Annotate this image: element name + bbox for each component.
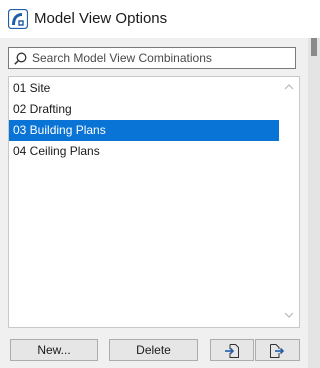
window-title: Model View Options (34, 10, 168, 27)
list-item-selected[interactable]: 03 Building Plans (9, 120, 279, 141)
import-icon (225, 344, 239, 358)
delete-button[interactable]: Delete (109, 339, 198, 361)
window-scrollbar-thumb[interactable] (311, 38, 317, 56)
model-view-list[interactable]: 01 Site 02 Drafting 03 Building Plans 04… (8, 76, 300, 328)
scroll-up-arrow-icon[interactable] (283, 82, 295, 92)
list-item[interactable]: 01 Site (9, 78, 279, 99)
scroll-down-arrow-icon[interactable] (283, 310, 295, 320)
export-icon (270, 344, 285, 358)
archicad-logo-icon (8, 9, 28, 29)
export-button[interactable] (255, 339, 300, 361)
import-button[interactable] (210, 339, 254, 361)
list-item[interactable]: 02 Drafting (9, 99, 279, 120)
title-bar: Model View Options (0, 0, 320, 38)
list-item[interactable]: 04 Ceiling Plans (9, 141, 279, 162)
window-scrollbar[interactable] (308, 38, 320, 368)
search-field[interactable] (8, 47, 296, 69)
new-button[interactable]: New... (10, 339, 98, 361)
search-icon (14, 52, 27, 65)
search-input[interactable] (32, 50, 290, 66)
